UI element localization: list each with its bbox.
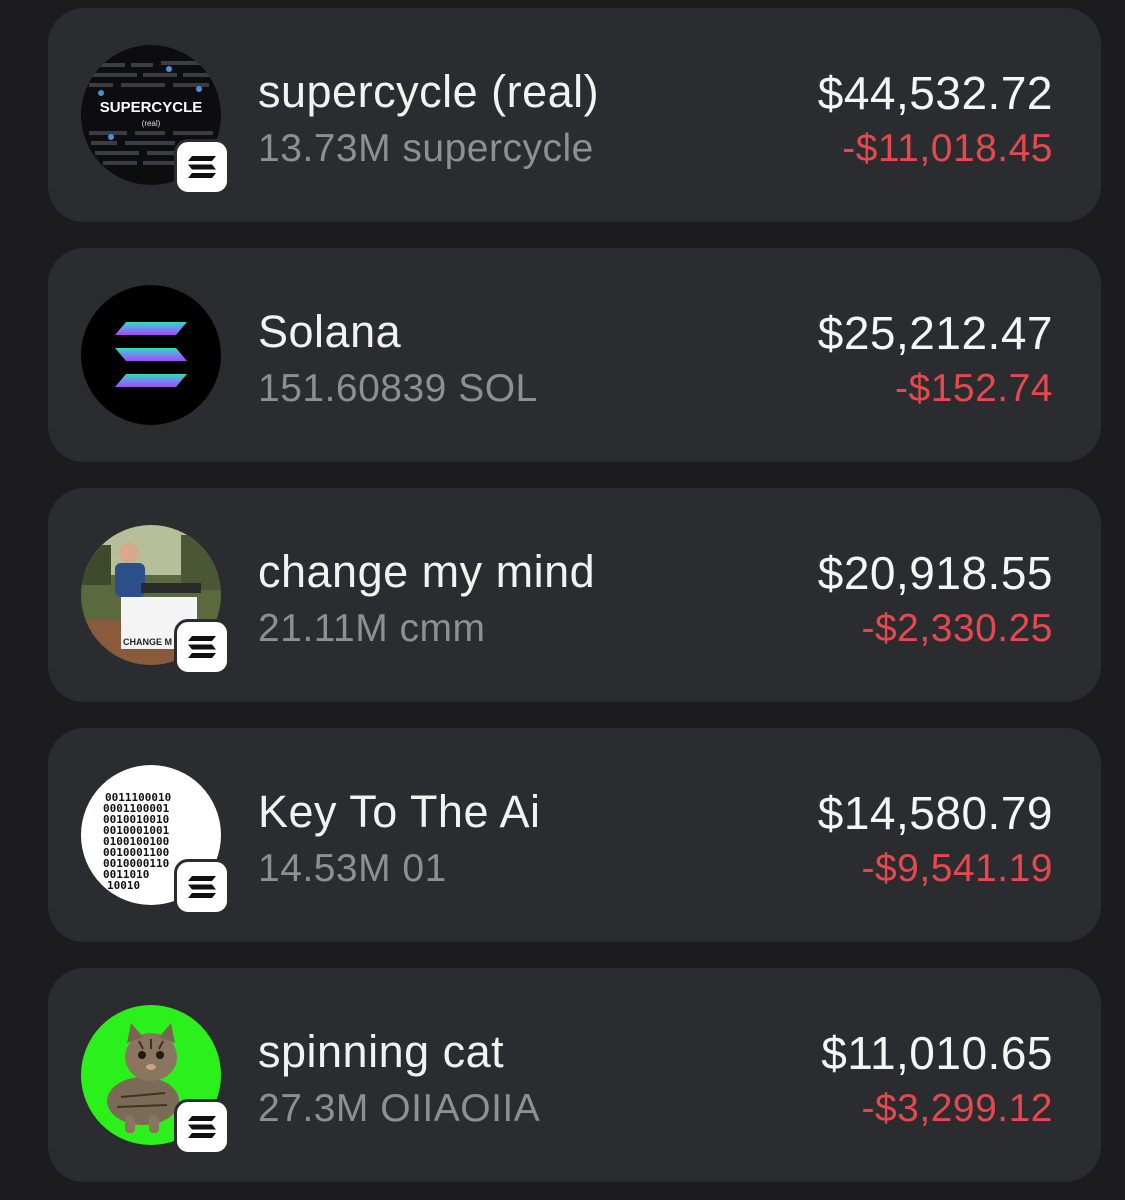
token-row-spinning-cat[interactable]: spinning cat 27.3M OIIAOIIA $11,010.65 -… (48, 968, 1101, 1182)
token-row-change-my-mind[interactable]: CHANGE M change my mind 21.11M cmm $20,9… (48, 488, 1101, 702)
token-list: SUPERCYCLE (real) supercycle (real) 13.7… (0, 0, 1125, 1200)
token-amount: 21.11M cmm (258, 607, 486, 650)
token-name: supercycle (real) (258, 66, 600, 117)
solana-chain-badge-icon (174, 859, 230, 915)
token-row-solana[interactable]: Solana 151.60839 SOL $25,212.47 -$152.74 (48, 248, 1101, 462)
token-value: $25,212.47 (817, 307, 1053, 359)
token-value: $14,580.79 (817, 787, 1053, 839)
token-value: $44,532.72 (817, 67, 1053, 119)
svg-text:(real): (real) (142, 119, 161, 128)
token-row-key-to-the-ai[interactable]: 0011100010 0001100001 0010010010 0010001… (48, 728, 1101, 942)
token-amount: 14.53M 01 (258, 847, 447, 890)
solana-chain-badge-icon (174, 619, 230, 675)
token-change: -$11,018.45 (842, 127, 1053, 170)
svg-text:10010: 10010 (107, 879, 140, 892)
token-change: -$152.74 (895, 367, 1053, 410)
token-change: -$9,541.19 (861, 847, 1053, 890)
svg-text:SUPERCYCLE: SUPERCYCLE (100, 99, 203, 116)
token-amount: 27.3M OIIAOIIA (258, 1087, 541, 1130)
token-name: Key To The Ai (258, 786, 541, 837)
token-amount: 13.73M supercycle (258, 127, 594, 170)
token-value: $20,918.55 (817, 547, 1053, 599)
token-change: -$2,330.25 (861, 607, 1053, 650)
svg-text:CHANGE M: CHANGE M (123, 637, 172, 647)
solana-chain-badge-icon (174, 1099, 230, 1155)
solana-chain-badge-icon (174, 139, 230, 195)
token-row-supercycle[interactable]: SUPERCYCLE (real) supercycle (real) 13.7… (48, 8, 1101, 222)
solana-logo-icon (81, 285, 221, 425)
token-name: Solana (258, 306, 402, 357)
token-name: change my mind (258, 546, 596, 597)
token-name: spinning cat (258, 1026, 505, 1077)
token-amount: 151.60839 SOL (258, 367, 538, 410)
token-value: $11,010.65 (821, 1027, 1053, 1079)
token-change: -$3,299.12 (861, 1087, 1053, 1130)
